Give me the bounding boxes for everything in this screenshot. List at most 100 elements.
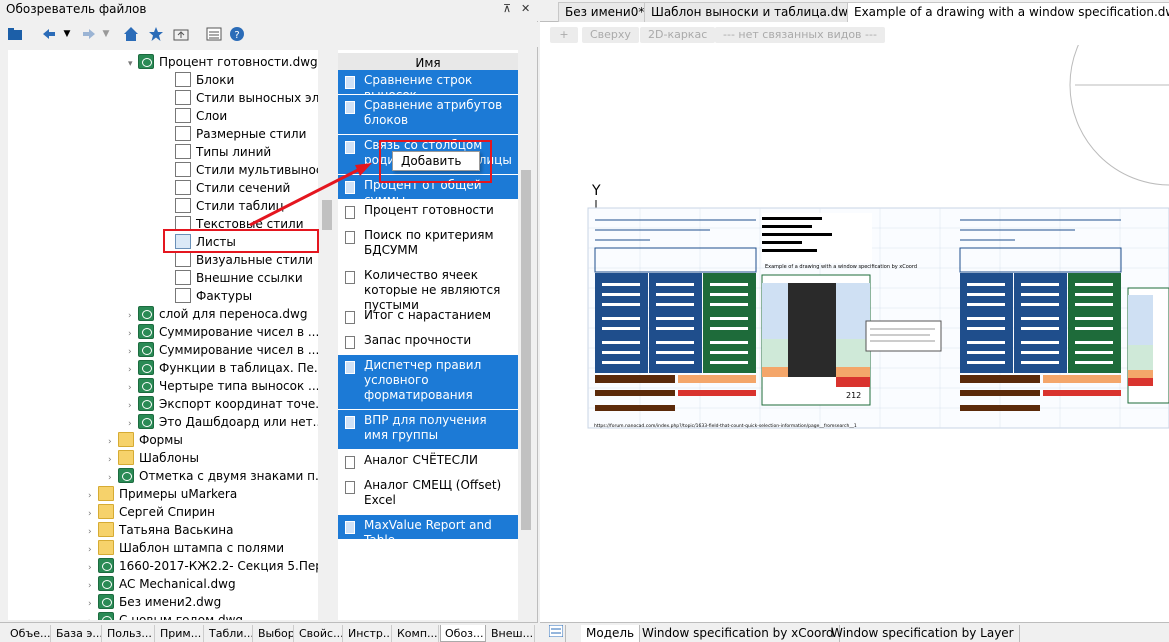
- tree-scroll-thumb[interactable]: [322, 200, 332, 230]
- list-item[interactable]: Количество ячеек которые не являются пус…: [338, 265, 518, 312]
- panel-tabs: Объе... База э... Польз... Прим... Табли... В…: [0, 622, 538, 642]
- model-canvas[interactable]: Y 212 Example of a drawing with a window…: [540, 45, 1169, 620]
- tree-item[interactable]: › слой для переноса.dwg: [128, 305, 307, 323]
- doc-tab-1[interactable]: Без имени0*: [558, 2, 652, 22]
- style-icon: [175, 288, 191, 303]
- panel-tab[interactable]: Польз...: [103, 625, 155, 642]
- layout-tab-layer[interactable]: Window specification by Layer: [826, 625, 1020, 642]
- tree-item[interactable]: Стили таблиц: [165, 197, 284, 215]
- home-icon[interactable]: [122, 25, 140, 43]
- dwg-file-icon: [138, 306, 154, 321]
- tree-item[interactable]: Стили выносных эл...: [165, 89, 318, 107]
- tree-item[interactable]: › Формы: [108, 431, 183, 449]
- panel-tab[interactable]: Свойс...: [295, 625, 343, 642]
- content-list[interactable]: Имя Сравнение строк выносокСравнение атр…: [338, 50, 518, 620]
- list-item[interactable]: Диспетчер правил условного форматировани…: [338, 355, 518, 410]
- tree-expand-icon[interactable]: ›: [88, 613, 98, 620]
- panel-tab[interactable]: Выбор: [254, 625, 294, 642]
- sheet-icon: [345, 76, 355, 89]
- tree-item[interactable]: Слои: [165, 107, 227, 125]
- tree-item[interactable]: › Это Дашбдоард или нет...: [128, 413, 318, 431]
- linked-views-button[interactable]: --- нет связанных видов ---: [715, 27, 885, 43]
- tree-item-label: Отметка с двумя знаками п...: [139, 469, 318, 483]
- pin-icon[interactable]: ⊼: [503, 2, 511, 15]
- list-scrollbar[interactable]: [518, 50, 534, 620]
- tree-item[interactable]: › Шаблоны: [108, 449, 199, 467]
- view-add-button[interactable]: +: [550, 27, 578, 43]
- panel-tab[interactable]: Инстр...: [344, 625, 392, 642]
- list-item[interactable]: MaxValue Report and Table: [338, 515, 518, 547]
- list-scroll-thumb[interactable]: [521, 170, 531, 530]
- panel-tab[interactable]: Прим...: [156, 625, 204, 642]
- view-top-button[interactable]: Сверху: [582, 27, 639, 43]
- list-item[interactable]: Процент готовности: [338, 200, 518, 225]
- forward-icon[interactable]: [80, 25, 98, 43]
- tree-scrollbar[interactable]: [319, 50, 335, 620]
- tree-item[interactable]: › 1660-2017-КЖ2.2- Секция 5.Пер...: [88, 557, 318, 575]
- tree-item[interactable]: Блоки: [165, 71, 234, 89]
- tree-item[interactable]: › Чертыре типа выносок ...: [128, 377, 318, 395]
- panel-tab[interactable]: Внеш...: [487, 625, 535, 642]
- back-icon[interactable]: [40, 25, 58, 43]
- layout-tab-model[interactable]: Модель: [581, 625, 641, 642]
- tree-item[interactable]: › Отметка с двумя знаками п...: [108, 467, 318, 485]
- list-item-label: Сравнение атрибутов блоков: [364, 98, 503, 127]
- list-item[interactable]: Итог с нарастанием: [338, 305, 518, 330]
- doc-tab-3[interactable]: Example of a drawing with a window speci…: [847, 2, 1169, 22]
- tree-expand-icon[interactable]: ▾: [128, 55, 138, 73]
- tree-item[interactable]: › Суммирование чисел в ...: [128, 341, 318, 359]
- folder-icon: [98, 486, 114, 501]
- panel-tab[interactable]: База э...: [52, 625, 102, 642]
- folder-up-icon[interactable]: [172, 25, 190, 43]
- layout-tab-xcoord[interactable]: Window specification by xCoord: [637, 625, 840, 642]
- tree-item[interactable]: Фактуры: [165, 287, 252, 305]
- close-icon[interactable]: ✕: [521, 2, 530, 15]
- list-item[interactable]: Сравнение строк выносок: [338, 70, 518, 102]
- star-icon[interactable]: [147, 25, 165, 43]
- list-item-label: Поиск по критериям БДСУММ: [364, 228, 494, 257]
- tree-item[interactable]: › Татьяна Васькина: [88, 521, 233, 539]
- tree-item[interactable]: Типы линий: [165, 143, 271, 161]
- tree-item[interactable]: › Примеры uMarkera: [88, 485, 237, 503]
- tree-item[interactable]: Размерные стили: [165, 125, 306, 143]
- list-item[interactable]: ВПР для получения имя группы: [338, 410, 518, 450]
- tree-item-label: Татьяна Васькина: [119, 523, 234, 537]
- panel-tab[interactable]: Обоз...: [440, 625, 486, 642]
- tree-item[interactable]: › С новым годом.dwg: [88, 611, 243, 620]
- panel-tab[interactable]: Объе...: [6, 625, 51, 642]
- view-icon[interactable]: [205, 25, 223, 43]
- layout-tabs: Модель Window specification by xCoord Wi…: [540, 622, 1169, 642]
- folder-icon[interactable]: [6, 25, 24, 43]
- layout-list-icon[interactable]: [544, 624, 566, 642]
- tree-item[interactable]: Визуальные стили: [165, 251, 313, 269]
- tree-item[interactable]: › Функции в таблицах. Пе...: [128, 359, 318, 377]
- tree-item[interactable]: Стили мультивыносок: [165, 161, 318, 179]
- list-item[interactable]: Сравнение атрибутов блоков: [338, 95, 518, 135]
- doc-tab-2[interactable]: Шаблон выноски и таблица.dwg*: [644, 2, 869, 22]
- tree-item[interactable]: Внешние ссылки: [165, 269, 303, 287]
- back-dropdown-icon[interactable]: ▼: [58, 25, 76, 43]
- help-icon[interactable]: ?: [228, 25, 246, 43]
- tree-item[interactable]: › Экспорт координат точе...: [128, 395, 318, 413]
- tree-item[interactable]: › Шаблон штампа с полями: [88, 539, 284, 557]
- list-item[interactable]: Поиск по критериям БДСУММ: [338, 225, 518, 265]
- folder-tree[interactable]: ▾ Процент готовности.dwg Блоки Стили выносн…: [8, 50, 318, 620]
- sheet-icon: [345, 521, 355, 534]
- tree-item-label: 1660-2017-КЖ2.2- Секция 5.Пер...: [119, 559, 318, 573]
- list-item-label: Аналог СМЕЩ (Offset) Excel: [364, 478, 502, 507]
- list-item[interactable]: Аналог СЧЁТЕСЛИ: [338, 450, 518, 475]
- tree-item[interactable]: › AC Mechanical.dwg: [88, 575, 236, 593]
- tree-item[interactable]: › Сергей Спирин: [88, 503, 215, 521]
- svg-text:?: ?: [234, 30, 239, 41]
- visual-style-button[interactable]: 2D-каркас: [640, 27, 716, 43]
- list-item[interactable]: Аналог СМЕЩ (Offset) Excel: [338, 475, 518, 515]
- forward-dropdown-icon[interactable]: ▼: [97, 25, 115, 43]
- panel-tab[interactable]: Комп...: [393, 625, 439, 642]
- tree-item[interactable]: › Без имени2.dwg: [88, 593, 221, 611]
- tree-item[interactable]: ▾ Процент готовности.dwg: [128, 53, 318, 71]
- tree-item[interactable]: › Суммирование чисел в ...: [128, 323, 318, 341]
- dwg-file-icon: [118, 468, 134, 483]
- list-item[interactable]: Запас прочности: [338, 330, 518, 355]
- tree-item[interactable]: Стили сечений: [165, 179, 290, 197]
- panel-tab[interactable]: Табли...: [205, 625, 253, 642]
